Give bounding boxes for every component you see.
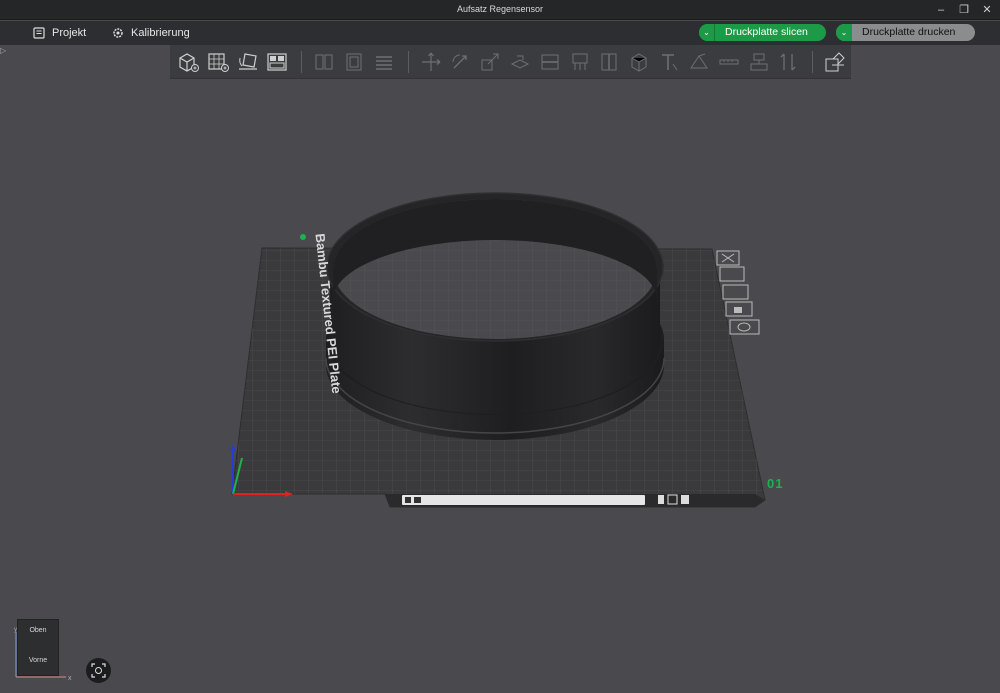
build-plate-viewport[interactable] [0, 80, 1000, 693]
plate-settings-icon[interactable] [729, 319, 760, 335]
assembly-tool[interactable] [745, 48, 773, 76]
layers-tool[interactable] [370, 48, 398, 76]
print-dropdown-icon[interactable]: ⌄ [836, 24, 852, 41]
color-paint-tool[interactable] [625, 48, 653, 76]
add-cube-tool[interactable] [174, 48, 202, 76]
lay-on-face-tool[interactable] [506, 48, 534, 76]
file-icon [33, 27, 45, 39]
print-plate-label: Druckplatte drucken [862, 26, 956, 38]
scale-tool[interactable] [476, 48, 504, 76]
color-paint-icon [631, 52, 647, 72]
sidebar-expand-icon[interactable]: ▷ [0, 46, 8, 56]
auto-orient-tool[interactable] [234, 48, 262, 76]
title-bar: Aufsatz Regensensor – ❐ ✕ [0, 0, 1000, 20]
rotate-tool[interactable] [447, 48, 475, 76]
support-paint-icon [572, 53, 588, 70]
rotate-icon [452, 54, 468, 68]
split-parts-icon [346, 53, 362, 70]
menu-projekt[interactable]: Projekt [33, 25, 86, 41]
variable-layer-tool[interactable] [774, 48, 802, 76]
scale-icon [481, 53, 499, 70]
arrange-icon [267, 52, 287, 71]
ring-model[interactable] [325, 192, 665, 440]
measure-icon [719, 59, 739, 64]
assembly-icon [750, 53, 768, 70]
toolbar-separator [301, 50, 303, 73]
toolbar-separator [812, 50, 814, 73]
plate-name-field[interactable] [402, 495, 645, 505]
slice-plate-button[interactable]: ⌄ Druckplatte slicen [699, 24, 826, 41]
restore-icon[interactable]: ❐ [953, 2, 975, 18]
seam-paint-icon [601, 53, 617, 70]
focus-target-icon [91, 663, 106, 678]
slice-dropdown-icon[interactable]: ⌄ [699, 24, 715, 41]
split-objects-icon [315, 54, 333, 69]
window-title: Aufsatz Regensensor [456, 4, 544, 14]
assembly-view-icon [825, 51, 845, 71]
calibration-gear-icon [113, 28, 123, 38]
split-objects-tool[interactable] [310, 48, 338, 76]
mesh-boolean-tool[interactable] [685, 48, 713, 76]
plate-origin-marker [300, 234, 306, 240]
layers-icon [375, 55, 392, 70]
mesh-boolean-icon [689, 53, 708, 68]
menu-kalibrierung-label: Kalibrierung [131, 27, 190, 39]
close-icon[interactable]: ✕ [976, 2, 998, 18]
plate-delete-icon[interactable] [681, 495, 689, 504]
add-plate-grid-icon [208, 52, 229, 72]
text-icon [662, 53, 678, 70]
split-parts-tool[interactable] [340, 48, 368, 76]
toolbar-separator [407, 50, 409, 73]
slice-plate-label: Druckplatte slicen [725, 26, 808, 38]
filament-icon [658, 495, 664, 504]
variable-layer-icon [780, 53, 796, 70]
arrange-tool[interactable] [263, 48, 291, 76]
print-plate-button[interactable]: ⌄ Druckplatte drucken [836, 24, 975, 41]
plate-image-icon[interactable] [719, 266, 745, 282]
move-tool[interactable] [417, 48, 445, 76]
view-cube-axes: y x [14, 627, 72, 682]
minimize-icon[interactable]: – [930, 2, 952, 18]
move-icon [421, 52, 440, 71]
arrange-plate-icon[interactable] [722, 284, 749, 300]
menu-projekt-label: Projekt [52, 27, 87, 39]
cut-tool[interactable] [536, 48, 564, 76]
view-cube-axis-y: y [14, 627, 17, 633]
add-plate-tool[interactable] [204, 48, 232, 76]
recenter-view-button[interactable] [86, 658, 111, 683]
plate-number: 01 [767, 476, 784, 491]
menu-bar: Projekt Kalibrierung ⌄ Druckplatte slice… [0, 21, 1000, 45]
seam-paint-tool[interactable] [596, 48, 624, 76]
plate-preview-icon [414, 497, 421, 503]
menu-kalibrierung[interactable]: Kalibrierung [112, 25, 190, 41]
lay-on-face-icon [510, 55, 530, 69]
main-toolbar [170, 45, 851, 79]
view-cube-axis-x: x [68, 675, 72, 682]
plate-type-icon [405, 497, 411, 503]
measure-tool[interactable] [715, 48, 743, 76]
add-cube-icon [179, 52, 199, 72]
support-paint-tool[interactable] [566, 48, 594, 76]
text-tool[interactable] [655, 48, 683, 76]
assembly-view-tool[interactable] [821, 48, 849, 76]
cut-icon [541, 54, 559, 69]
auto-orient-icon [238, 52, 257, 70]
